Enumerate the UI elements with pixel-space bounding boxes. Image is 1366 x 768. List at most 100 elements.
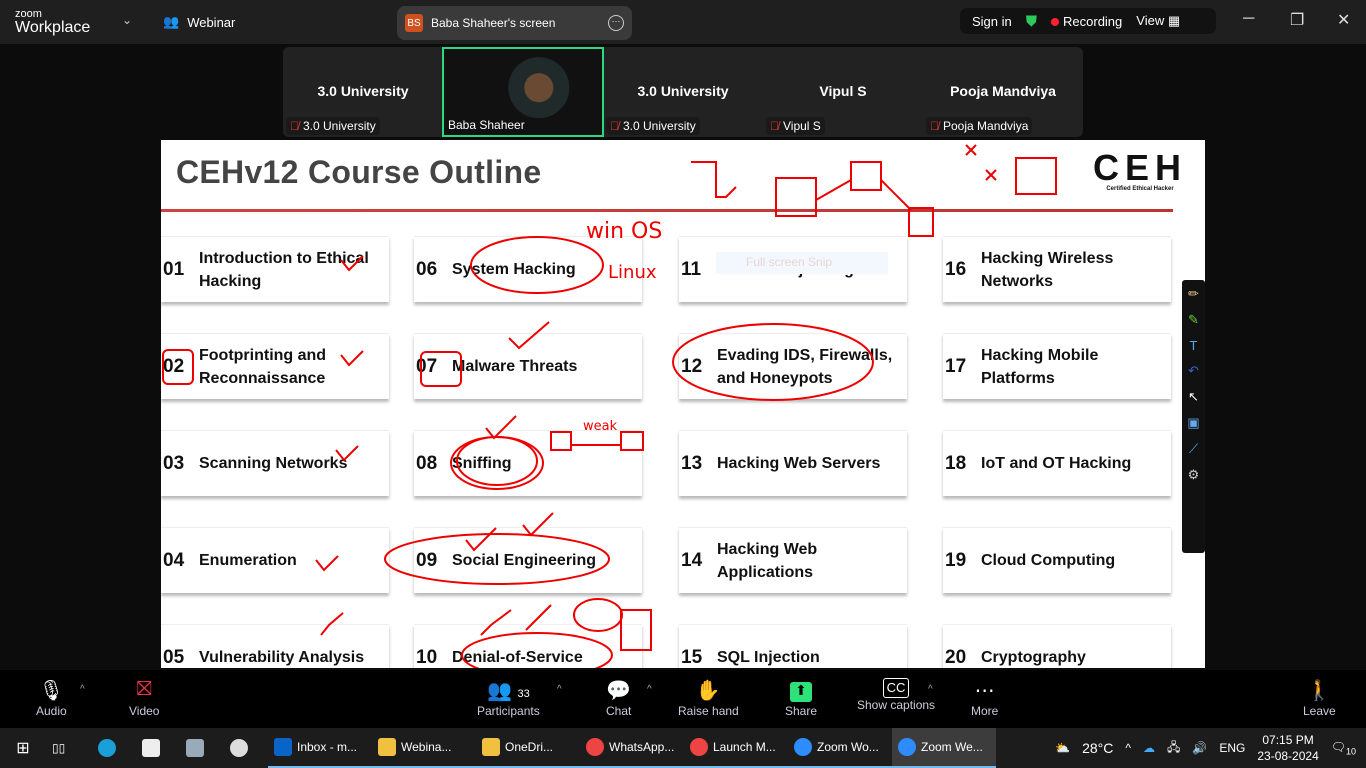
notifications-icon[interactable]: 🗨10 xyxy=(1331,740,1356,756)
taskbar-app[interactable]: OneDri... xyxy=(476,728,580,768)
active-speaker-video[interactable]: Baba Shaheer xyxy=(442,47,604,137)
module-title: Social Engineering xyxy=(452,552,597,569)
video-off-icon: ⛝ xyxy=(136,678,152,700)
app-label: Zoom Wo... xyxy=(817,740,879,754)
module-number: 05 xyxy=(163,646,185,668)
calculator-icon[interactable] xyxy=(136,728,180,768)
share-label: Share xyxy=(785,704,818,718)
pencil-icon[interactable]: ✏ xyxy=(1188,286,1199,302)
module-number: 12 xyxy=(681,355,703,377)
volume-icon[interactable]: 🔊 xyxy=(1192,741,1207,755)
app-label: Webina... xyxy=(401,740,452,754)
participants-count: 33 xyxy=(517,688,530,700)
weather-temp[interactable]: 28°C xyxy=(1082,740,1113,756)
pointer-icon[interactable]: ↖ xyxy=(1188,389,1199,405)
app-icon xyxy=(898,738,916,756)
mic-muted-icon: 🎙̸ xyxy=(770,119,779,133)
module-title: IoT and OT Hacking xyxy=(981,455,1132,472)
participant-label: 🎙̸ Vipul S xyxy=(766,117,825,135)
highlighter-icon[interactable]: ✎ xyxy=(1188,312,1199,328)
taskbar-app[interactable]: Launch M... xyxy=(684,728,788,768)
more-options-icon[interactable]: ··· xyxy=(608,15,624,31)
module-title: Cloud Computing xyxy=(981,552,1116,569)
participant-tile[interactable]: Vipul S 🎙̸ Vipul S xyxy=(763,47,923,137)
module-title: Hacking Mobile Platforms xyxy=(981,346,1099,387)
sign-in-button[interactable]: Sign in xyxy=(972,14,1012,29)
logo-text: CEH xyxy=(1093,147,1188,188)
onedrive-icon[interactable]: ☁ xyxy=(1143,741,1155,755)
recording-indicator[interactable]: Recording xyxy=(1051,14,1122,29)
eraser-icon[interactable]: ⟋ xyxy=(1189,441,1198,457)
captions-caret[interactable]: ^ xyxy=(928,684,933,695)
module-title: Hacking Web Servers xyxy=(717,455,881,472)
network-icon[interactable]: 🖧 xyxy=(1167,738,1180,759)
chevron-down-icon[interactable]: ⌄ xyxy=(122,13,132,27)
module-card: 01 Introduction to Ethical Hacking xyxy=(161,236,389,302)
app-icon xyxy=(586,738,604,756)
module-card: 18 IoT and OT Hacking xyxy=(943,430,1171,496)
zoom-logo: zoom Workplace xyxy=(15,9,90,36)
task-view-icon[interactable]: ▯▯ xyxy=(46,728,92,768)
text-icon[interactable]: T xyxy=(1190,338,1198,353)
participant-tile[interactable]: 3.0 University 🎙̸ 3.0 University xyxy=(603,47,763,137)
audio-options-caret[interactable]: ^ xyxy=(80,684,85,695)
clock[interactable]: 07:15 PM 23-08-2024 xyxy=(1257,732,1318,764)
chat-caret[interactable]: ^ xyxy=(647,684,652,695)
participants-caret[interactable]: ^ xyxy=(557,684,562,695)
snip-overlay[interactable]: Full screen Snip xyxy=(716,252,888,274)
chat-button[interactable]: 💬 Chat xyxy=(606,678,631,718)
raise-hand-button[interactable]: ✋ Raise hand xyxy=(678,678,739,718)
participants-icon: 👥 33 xyxy=(486,680,530,702)
mic-muted-icon: 🎙̸ xyxy=(930,119,939,133)
share-icon: ⬆ xyxy=(790,678,813,704)
weather-icon[interactable]: ⛅ xyxy=(1055,741,1070,755)
module-title: Vulnerability Analysis xyxy=(199,649,365,666)
ceh-logo: CEH Certified Ethical Hacker xyxy=(1093,147,1188,193)
video-label: Video xyxy=(129,704,160,718)
shield-check-icon[interactable]: ⛊ xyxy=(1026,13,1037,30)
snipping-tool-icon[interactable] xyxy=(224,728,268,768)
maximize-button[interactable]: ❐ xyxy=(1290,10,1304,30)
taskbar-app[interactable]: Inbox - m... xyxy=(268,728,372,768)
leave-button[interactable]: 🚶 Leave xyxy=(1303,678,1336,718)
app-label: Inbox - m... xyxy=(297,740,358,754)
audio-button[interactable]: 🎙 Audio xyxy=(36,678,67,718)
module-number: 15 xyxy=(681,646,703,668)
video-button[interactable]: ⛝ Video xyxy=(129,678,159,718)
more-button[interactable]: ⋯ More xyxy=(971,678,998,718)
taskbar-app[interactable]: Zoom We... xyxy=(892,728,996,768)
annotation-toolbar: ✏ ✎ T ↶ ↖ ▣ ⟋ ⚙ xyxy=(1182,280,1205,553)
gear-icon[interactable]: ⚙ xyxy=(1188,467,1200,483)
participants-button[interactable]: 👥 33 Participants xyxy=(477,678,540,718)
screen-share-pill[interactable]: BS Baba Shaheer's screen ··· xyxy=(397,6,632,40)
microphone-icon: 🎙 xyxy=(38,680,65,702)
edge-icon[interactable] xyxy=(92,728,136,768)
undo-icon[interactable]: ↶ xyxy=(1188,363,1199,379)
captions-button[interactable]: CC Show captions xyxy=(857,678,935,712)
title-divider xyxy=(161,209,1173,212)
module-number: 18 xyxy=(945,452,967,474)
image-icon[interactable]: ▣ xyxy=(1187,415,1199,431)
close-button[interactable]: ✕ xyxy=(1337,10,1350,30)
participant-label-text: Pooja Mandviya xyxy=(943,119,1029,133)
webinar-button[interactable]: 👥 Webinar xyxy=(163,14,235,30)
taskbar-app[interactable]: Zoom Wo... xyxy=(788,728,892,768)
taskbar-app[interactable]: Webina... xyxy=(372,728,476,768)
participant-tile[interactable]: 3.0 University 🎙̸ 3.0 University xyxy=(283,47,443,137)
participant-label-text: 3.0 University xyxy=(303,119,376,133)
participant-label: 🎙̸ 3.0 University xyxy=(286,117,380,135)
app-icon xyxy=(274,738,292,756)
screen-share-label: Baba Shaheer's screen xyxy=(431,16,556,30)
module-number: 02 xyxy=(163,355,185,377)
start-button[interactable]: ⊞ xyxy=(0,728,46,768)
control-panel-icon[interactable] xyxy=(180,728,224,768)
module-card: 06 System Hacking xyxy=(414,236,642,302)
participant-tile[interactable]: Pooja Mandviya 🎙̸ Pooja Mandviya xyxy=(923,47,1083,137)
minimize-button[interactable]: ─ xyxy=(1243,10,1254,28)
share-button[interactable]: ⬆ Share xyxy=(785,678,817,718)
language-indicator[interactable]: ENG xyxy=(1219,741,1245,755)
slide-title: CEHv12 Course Outline xyxy=(176,154,542,190)
chevron-up-icon[interactable]: ^ xyxy=(1125,741,1131,755)
view-button[interactable]: View ▦ xyxy=(1136,13,1180,29)
taskbar-app[interactable]: WhatsApp... xyxy=(580,728,684,768)
